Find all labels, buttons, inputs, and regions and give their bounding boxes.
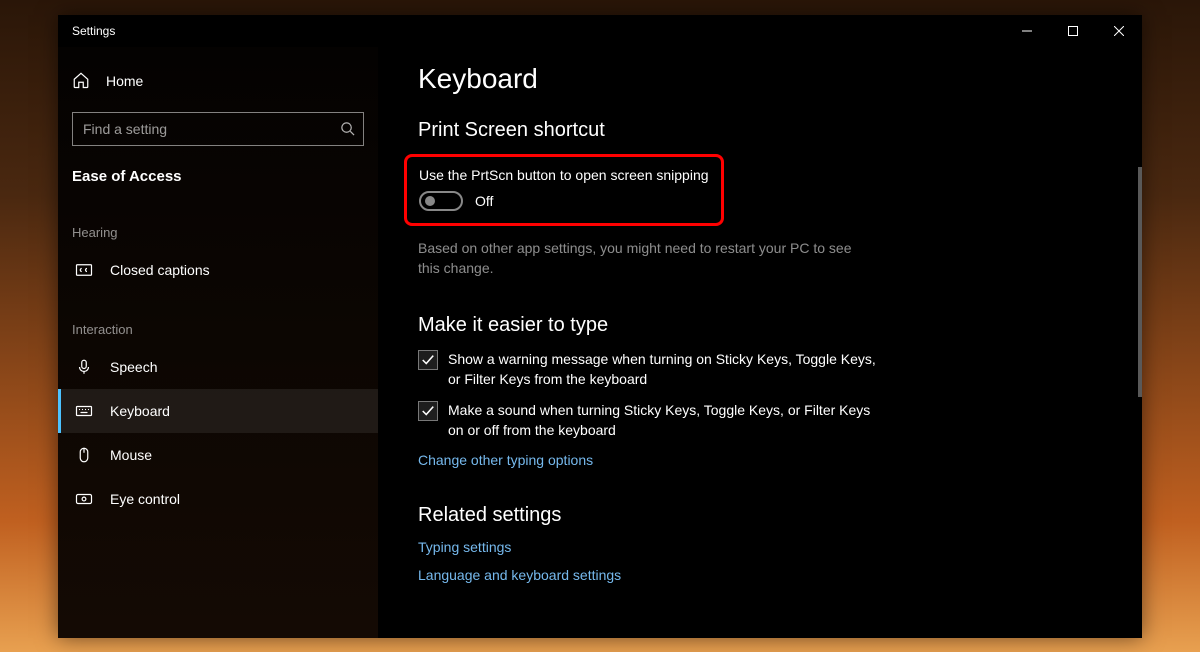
scrollbar[interactable] [1138,47,1142,638]
search-box[interactable] [72,112,364,146]
checkbox-warning[interactable] [418,350,438,370]
checkbox-sound-label: Make a sound when turning Sticky Keys, T… [448,400,878,441]
category-label: Ease of Access [72,164,364,195]
sidebar: Home Ease of Access Hearing Closed capti… [58,47,378,638]
home-label: Home [106,73,143,89]
checkbox-warning-label: Show a warning message when turning on S… [448,349,878,390]
prtscn-hint: Based on other app settings, you might n… [418,238,868,279]
prtscn-toggle-label: Use the PrtScn button to open screen sni… [419,167,709,183]
page-title: Keyboard [418,63,1102,95]
window-title: Settings [72,24,115,38]
sidebar-item-mouse[interactable]: Mouse [72,433,364,477]
mouse-icon [74,446,94,464]
section-heading-prtscn: Print Screen shortcut [418,119,1102,142]
scrollbar-thumb[interactable] [1138,167,1142,397]
search-input[interactable] [83,121,329,137]
maximize-icon [1068,26,1078,36]
highlight-annotation: Use the PrtScn button to open screen sni… [404,154,724,226]
main-panel: Keyboard Print Screen shortcut Use the P… [378,47,1142,638]
section-heading-type: Make it easier to type [418,314,1102,337]
section-heading-related: Related settings [418,504,1102,527]
close-button[interactable] [1096,15,1142,47]
sidebar-item-label: Keyboard [110,403,170,419]
minimize-icon [1022,26,1032,36]
prtscn-toggle[interactable] [419,191,463,211]
sidebar-item-label: Mouse [110,447,152,463]
sidebar-item-eye-control[interactable]: Eye control [72,477,364,521]
check-icon [421,404,435,418]
keyboard-icon [74,402,94,420]
close-icon [1114,26,1124,36]
check-icon [421,353,435,367]
checkbox-sound[interactable] [418,401,438,421]
sidebar-item-speech[interactable]: Speech [72,345,364,389]
settings-window: Settings Home Ease of [58,15,1142,638]
home-nav[interactable]: Home [72,65,364,112]
sidebar-item-keyboard[interactable]: Keyboard [58,389,378,433]
home-icon [72,71,90,92]
eye-icon [74,490,94,508]
sidebar-item-closed-captions[interactable]: Closed captions [72,248,364,292]
prtscn-toggle-state: Off [475,193,493,209]
link-change-typing[interactable]: Change other typing options [418,452,1102,468]
search-icon [340,121,355,141]
maximize-button[interactable] [1050,15,1096,47]
link-typing-settings[interactable]: Typing settings [418,539,1102,555]
minimize-button[interactable] [1004,15,1050,47]
sidebar-item-label: Closed captions [110,262,210,278]
group-hearing: Hearing [72,195,364,248]
sidebar-item-label: Eye control [110,491,180,507]
sidebar-item-label: Speech [110,359,157,375]
microphone-icon [74,358,94,376]
titlebar: Settings [58,15,1142,47]
group-interaction: Interaction [72,292,364,345]
closed-captions-icon [74,261,94,279]
link-language-keyboard[interactable]: Language and keyboard settings [418,567,1102,583]
